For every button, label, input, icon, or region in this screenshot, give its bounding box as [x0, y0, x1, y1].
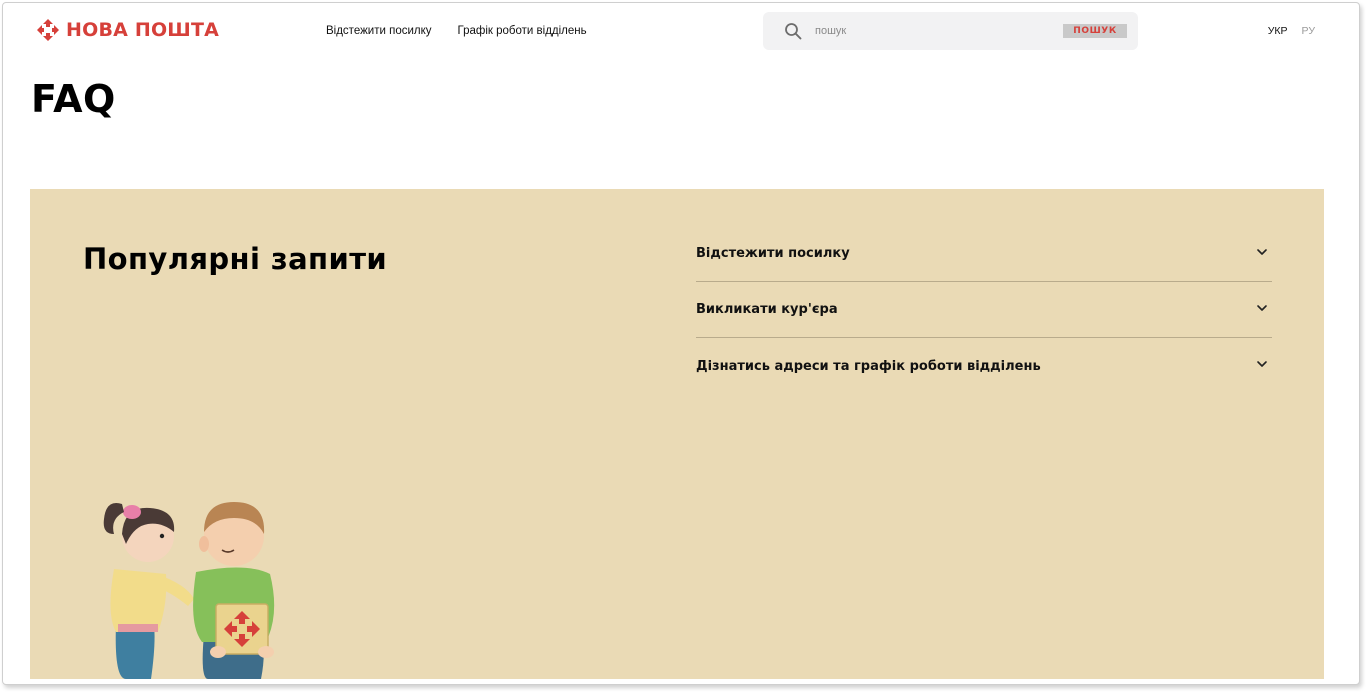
people-with-parcel-illustration	[103, 502, 275, 679]
search-bar: ПОШУК	[763, 12, 1138, 50]
faq-item-branch-addresses[interactable]: Дізнатись адреси та графік роботи відділ…	[696, 338, 1272, 394]
faq-item-track-parcel[interactable]: Відстежити посилку	[696, 226, 1272, 282]
faq-question: Викликати кур'єра	[696, 302, 838, 317]
browser-frame: НОВА ПОШТА Відстежити посилку Графік роб…	[2, 2, 1360, 685]
logo-link[interactable]: НОВА ПОШТА	[36, 18, 219, 42]
faq-item-call-courier[interactable]: Викликати кур'єра	[696, 282, 1272, 338]
faq-question: Дізнатись адреси та графік роботи відділ…	[696, 358, 1041, 374]
logo-text: НОВА ПОШТА	[66, 19, 220, 41]
chevron-down-icon	[1257, 249, 1267, 255]
popular-queries-section: Популярні запити Відстежити посилку Викл…	[30, 189, 1324, 679]
site-header: НОВА ПОШТА Відстежити посилку Графік роб…	[3, 3, 1359, 59]
faq-question: Відстежити посилку	[696, 246, 850, 261]
popular-queries-title: Популярні запити	[83, 242, 388, 276]
search-icon	[785, 23, 802, 40]
nav-branch-schedule[interactable]: Графік роботи відділень	[458, 25, 587, 37]
main-nav: Відстежити посилку Графік роботи відділе…	[326, 25, 587, 37]
search-button[interactable]: ПОШУК	[1063, 24, 1127, 38]
chevron-down-icon	[1257, 305, 1267, 311]
lang-ukr[interactable]: УКР	[1268, 25, 1288, 37]
language-switcher: УКР РУ	[1268, 25, 1315, 37]
nova-poshta-logo-icon	[37, 19, 59, 41]
nav-track-parcel[interactable]: Відстежити посилку	[326, 25, 432, 37]
chevron-down-icon	[1257, 361, 1267, 367]
page-title: FAQ	[31, 77, 116, 121]
faq-list: Відстежити посилку Викликати кур'єра Діз…	[696, 226, 1272, 394]
search-input[interactable]	[815, 22, 1055, 40]
lang-ru[interactable]: РУ	[1302, 25, 1315, 37]
